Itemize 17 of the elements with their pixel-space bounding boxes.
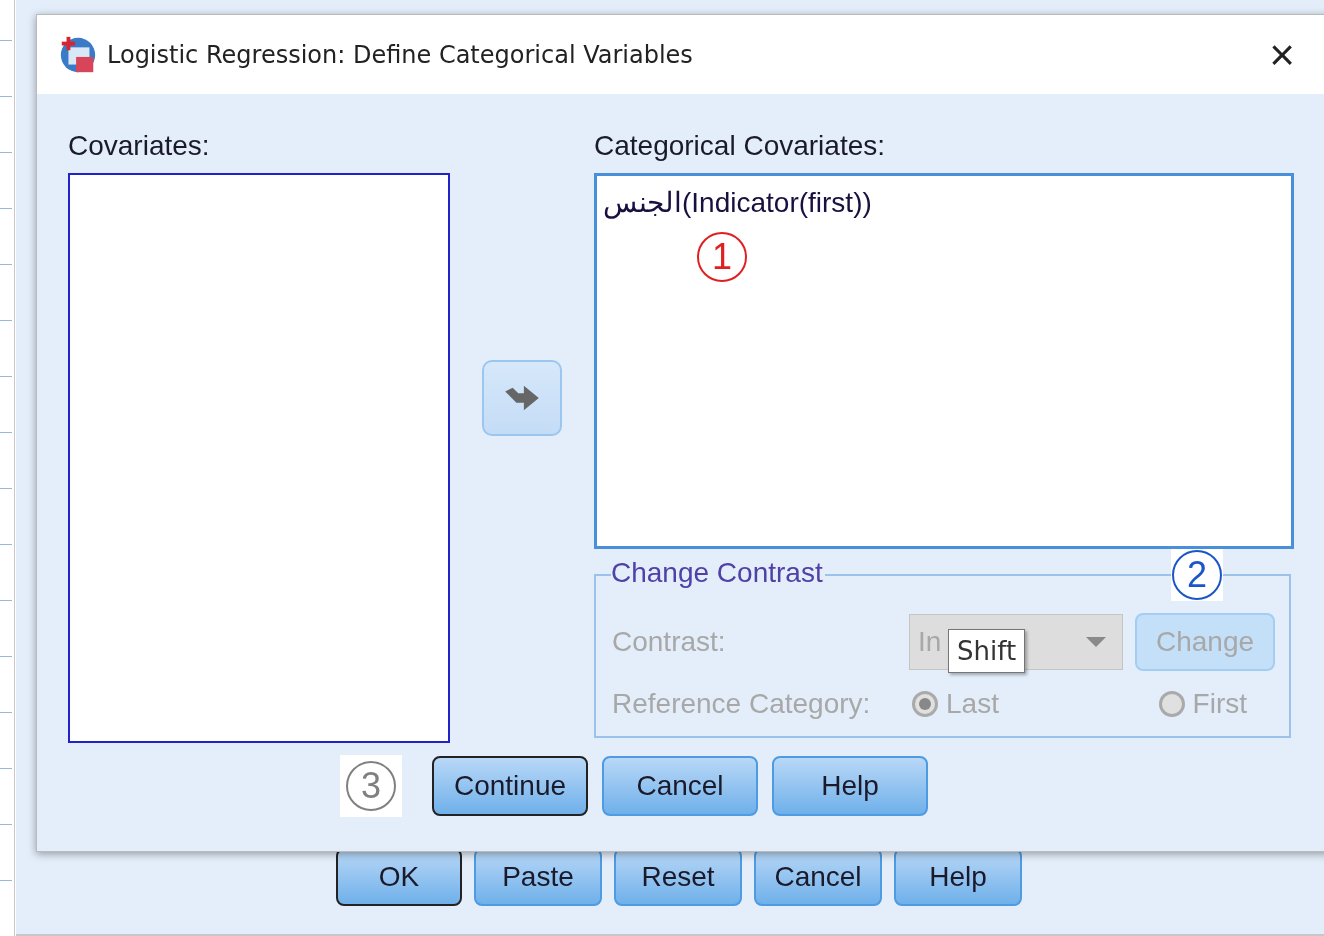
list-item[interactable]: الجنس(Indicator(first)) bbox=[603, 187, 872, 218]
move-button[interactable] bbox=[482, 360, 562, 436]
categorical-covariates-label: Categorical Covariates: bbox=[594, 130, 887, 160]
dialog-button[interactable]: Cancel bbox=[602, 756, 758, 816]
contrast-label: Contrast: bbox=[612, 626, 727, 658]
tooltip: Shift bbox=[948, 629, 1026, 673]
annotation-badge: 3 bbox=[340, 755, 402, 817]
dialog-button[interactable]: Help bbox=[772, 756, 928, 816]
arrow-icon bbox=[503, 384, 541, 412]
covariates-label: Covariates: bbox=[68, 130, 211, 160]
caret-icon bbox=[1086, 637, 1106, 647]
window-title: Logistic Regression: Define Categorical Variables bbox=[107, 40, 693, 69]
annotation-badge: 2 bbox=[1171, 549, 1223, 601]
annotation-badge: 1 bbox=[697, 232, 747, 282]
reference-category-label: Reference Category: bbox=[612, 688, 872, 720]
dialog-button[interactable]: Continue bbox=[432, 756, 588, 816]
close-button[interactable]: × bbox=[1269, 32, 1295, 77]
